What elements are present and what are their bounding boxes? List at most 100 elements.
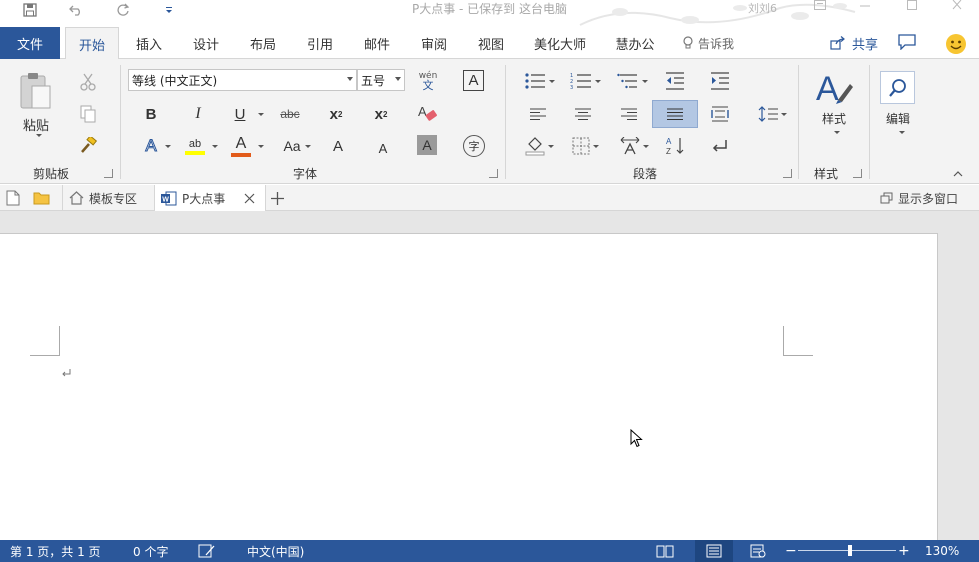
align-center-icon[interactable] [571,103,595,125]
editing-label[interactable]: 编辑 [876,110,920,127]
zoom-slider-thumb[interactable] [848,545,852,556]
tab-references[interactable]: 引用 [299,27,341,59]
font-color-button[interactable]: A [229,133,253,159]
editing-dropdown-icon[interactable] [899,131,905,134]
text-highlight-button[interactable]: ab [183,133,207,159]
increase-indent-icon[interactable] [708,69,732,93]
tab-home[interactable]: 开始 [65,27,119,60]
tab-beautify-master[interactable]: 美化大师 [530,27,590,59]
tab-insert[interactable]: 插入 [128,27,170,59]
user-name[interactable]: 刘刘6 [748,0,777,16]
character-shading-button[interactable]: A [417,135,437,155]
new-document-icon[interactable] [6,185,20,211]
superscript-label: x [374,105,383,123]
language-indicator[interactable]: 中文(中国) [247,540,304,562]
italic-button[interactable]: I [187,103,209,125]
phonetic-guide-button[interactable]: wén 文 [414,67,442,95]
decrease-indent-icon[interactable] [663,69,687,93]
collapse-ribbon-icon[interactable] [950,167,966,181]
page-count[interactable]: 第 1 页，共 1 页 [10,540,101,562]
read-mode-icon[interactable] [656,540,674,562]
strikethrough-button[interactable]: abc [277,103,303,125]
tell-me-box[interactable]: 告诉我 [682,27,734,59]
chinese-layout-button[interactable] [616,134,652,158]
close-tab-icon[interactable] [244,193,255,204]
font-name-combo[interactable]: 等线 (中文正文) [128,69,357,91]
font-launcher-icon[interactable] [489,169,498,178]
multilevel-list-button[interactable] [614,69,650,93]
tab-file[interactable]: 文件 [0,27,60,59]
bold-button[interactable]: B [140,103,162,125]
comments-icon[interactable] [898,34,916,50]
open-folder-icon[interactable] [33,185,50,211]
copy-icon[interactable] [76,103,100,125]
styles-dropdown-icon[interactable] [834,131,840,134]
change-case-button[interactable]: Aa [278,135,306,157]
justify-icon[interactable] [652,100,698,128]
align-right-icon[interactable] [617,103,641,125]
find-icon[interactable] [880,71,915,104]
font-size-combo[interactable]: 五号 [357,69,405,91]
subscript-button[interactable]: x2 [323,103,349,125]
cut-icon[interactable] [76,71,100,93]
text-effects-dropdown-icon[interactable] [165,145,171,148]
highlight-dropdown-icon[interactable] [212,145,218,148]
print-layout-icon[interactable] [695,540,733,562]
underline-dropdown-icon[interactable] [258,113,264,116]
zoom-slider[interactable] [798,550,896,551]
enclose-characters-button[interactable]: 字 [463,135,485,157]
ribbon-display-options-icon[interactable] [805,0,835,15]
multi-window-button[interactable]: 显示多窗口 [880,185,958,211]
maximize-icon[interactable] [897,0,927,15]
font-color-dropdown-icon[interactable] [258,145,264,148]
tab-design[interactable]: 设计 [185,27,227,59]
change-case-dropdown-icon[interactable] [305,145,311,148]
document-tab-bar: 模板专区 W P大点事 显示多窗口 [0,185,979,211]
distributed-icon[interactable] [708,103,732,125]
web-layout-icon[interactable] [750,540,766,562]
clipboard-launcher-icon[interactable] [104,169,113,178]
sort-icon[interactable]: AZ [664,134,688,158]
paragraph-group-label: 段落 [632,167,657,181]
zoom-out-icon[interactable]: − [785,540,797,562]
paste-dropdown-icon[interactable] [36,134,42,137]
show-marks-icon[interactable] [708,134,732,158]
superscript-button[interactable]: x2 [368,103,394,125]
grow-font-button[interactable]: A [327,135,349,157]
bullets-button[interactable] [520,69,558,93]
paste-icon[interactable] [16,69,56,113]
line-spacing-button[interactable] [756,103,788,125]
new-tab-icon[interactable] [271,185,284,211]
document-page[interactable] [0,233,938,540]
tab-template-zone[interactable]: 模板专区 [62,185,154,211]
character-border-button[interactable]: A [463,70,484,91]
align-left-icon[interactable] [526,103,550,125]
text-effects-button[interactable]: A [140,135,162,157]
tab-layout[interactable]: 布局 [242,27,284,59]
share-button[interactable]: 共享 [830,27,878,59]
zoom-level[interactable]: 130% [925,540,959,562]
numbering-button[interactable]: 123 [566,69,604,93]
borders-button[interactable] [566,134,604,158]
tab-current-document[interactable]: W P大点事 [154,185,266,211]
paragraph-launcher-icon[interactable] [783,169,792,178]
minimize-icon[interactable] [850,0,880,15]
close-window-icon[interactable] [942,0,972,15]
shrink-font-button[interactable]: A [372,137,394,159]
styles-label[interactable]: 样式 [812,110,856,127]
paste-label[interactable]: 粘贴 [16,115,56,134]
tab-review[interactable]: 审阅 [413,27,455,59]
format-painter-icon[interactable] [76,135,100,157]
feedback-smiley-icon[interactable] [945,33,967,55]
tab-mailings[interactable]: 邮件 [356,27,398,59]
styles-launcher-icon[interactable] [853,169,862,178]
tab-view[interactable]: 视图 [470,27,512,59]
styles-icon[interactable]: A [812,69,856,109]
clear-formatting-button[interactable]: A [416,103,440,125]
word-count[interactable]: 0 个字 [133,540,168,562]
tab-hui-office[interactable]: 慧办公 [608,27,662,59]
zoom-in-icon[interactable]: + [898,540,910,562]
proofing-icon[interactable] [198,540,216,562]
underline-button[interactable]: U [229,103,251,125]
shading-button[interactable] [521,134,557,158]
